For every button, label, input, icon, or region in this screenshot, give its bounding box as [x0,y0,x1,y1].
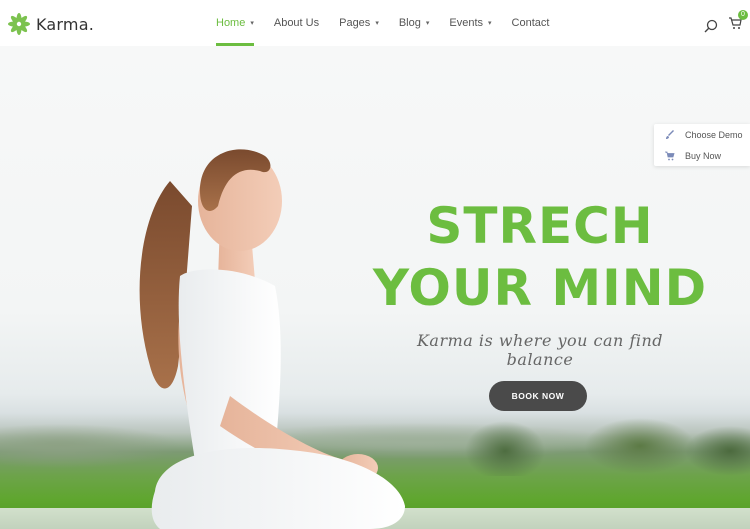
choose-demo-label: Choose Demo [685,129,743,140]
nav-item-events[interactable]: Events ▾ [449,0,491,46]
book-now-button[interactable]: BOOK NOW [489,381,587,411]
nav-item-contact[interactable]: Contact [512,0,550,46]
hero-title: STRECH YOUR MIND [355,195,725,319]
nav-item-label: Pages [339,17,371,29]
cart-button[interactable]: 0 [728,10,748,35]
header-actions: 0 [704,10,748,35]
nav-item-label: Contact [511,17,550,29]
nav-item-label: Blog [398,17,421,29]
hero-title-line-1: STRECH [426,197,654,255]
nav-item-home[interactable]: Home ▾ [216,0,254,46]
nav-item-label: Home [216,17,246,29]
hero-title-line-2: YOUR MIND [372,259,708,317]
brush-icon [666,129,674,139]
buy-now-label: Buy Now [685,150,722,161]
nav-item-pages[interactable]: Pages ▾ [339,0,379,46]
nav-item-label: About Us [273,17,320,29]
search-icon[interactable] [704,19,718,33]
logo[interactable]: Karma. [8,13,94,35]
cart-icon [665,151,675,160]
chevron-down-icon: ▾ [250,20,254,27]
chevron-down-icon: ▾ [375,20,379,27]
nav-item-about-us[interactable]: About Us [274,0,319,46]
cart-count-badge: 0 [738,10,748,20]
nav-item-label: Events [449,17,484,29]
buy-now-button[interactable]: Buy Now [654,145,750,166]
main-nav: Home ▾ About Us Pages ▾ Blog ▾ Events ▾ Cont… [216,0,569,46]
chevron-down-icon: ▾ [425,20,430,27]
nav-item-blog[interactable]: Blog ▾ [399,0,430,46]
choose-demo-button[interactable]: Choose Demo [654,124,750,145]
chevron-down-icon: ▾ [488,20,492,27]
hero-subtitle: Karma is where you can find balance [416,331,664,369]
lotus-logo-icon [8,13,30,35]
logo-text: Karma. [36,14,94,34]
demo-side-panel: Choose Demo Buy Now [654,124,750,166]
site-header: Karma. Home ▾ About Us Pages ▾ Blog ▾ Event… [0,0,750,46]
